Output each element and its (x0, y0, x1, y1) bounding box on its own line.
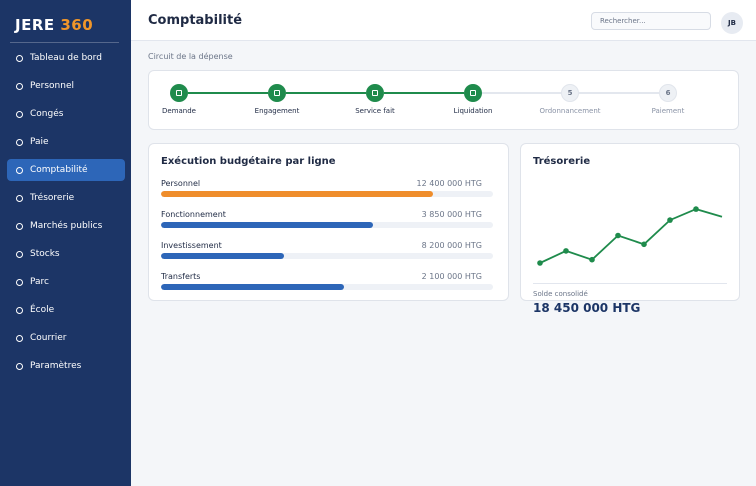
avatar[interactable]: JB (721, 12, 743, 34)
brand-logo: JERE 360 (15, 16, 93, 34)
budget-line-name: Personnel (161, 179, 201, 188)
circle-icon (16, 138, 23, 146)
treasury-data-point (693, 206, 699, 212)
budget-progress-bar (161, 222, 493, 228)
step-connector (384, 92, 464, 94)
sidebar-item[interactable]: Congés (7, 103, 125, 125)
circle-icon (16, 54, 23, 62)
step-connector (482, 92, 561, 94)
sidebar: JERE 360 Tableau de bord Personnel Congés P… (0, 0, 131, 486)
budget-progress-bar (161, 253, 493, 259)
budget-progress-bar (161, 191, 493, 197)
budget-progress-fill (161, 191, 434, 197)
step-indicator (268, 84, 286, 102)
check-icon (372, 90, 378, 96)
sidebar-item[interactable]: Paie (7, 131, 125, 153)
check-icon (176, 90, 182, 96)
sidebar-item[interactable]: Marchés publics (7, 215, 125, 237)
circle-icon (16, 334, 23, 342)
sidebar-item-label: Parc (30, 277, 49, 287)
step-indicator: 5 (561, 84, 579, 102)
sidebar-item-label: Paramètres (30, 361, 82, 371)
sidebar-item[interactable]: École (7, 299, 125, 321)
step-connector (286, 92, 366, 94)
balance-label: Solde consolidé (533, 290, 588, 298)
circle-icon (16, 222, 23, 230)
budget-progress-fill (161, 222, 374, 228)
treasury-series-line (539, 208, 723, 264)
brand-accent: 360 (60, 16, 94, 34)
step-indicator (366, 84, 384, 102)
sidebar-item-label: Marchés publics (30, 221, 103, 231)
sidebar-item-label: Tableau de bord (30, 53, 102, 63)
search-input[interactable] (591, 12, 711, 30)
budget-line-name: Transferts (161, 272, 201, 281)
sidebar-item-label: Congés (30, 109, 64, 119)
treasury-data-point (589, 256, 595, 263)
circle-icon (16, 306, 23, 314)
balance-value: 18 450 000 HTG (533, 301, 641, 315)
sidebar-item[interactable]: Personnel (7, 75, 125, 97)
treasury-data-point (667, 217, 673, 223)
step-label: Liquidation (453, 107, 493, 115)
circle-icon (16, 166, 23, 174)
sidebar-item[interactable]: Parc (7, 271, 125, 293)
step-label: Paiement (651, 107, 685, 115)
workflow-card (148, 70, 739, 130)
sidebar-item-label: Comptabilité (30, 165, 88, 175)
budget-title: Exécution budgétaire par ligne (161, 156, 336, 167)
step-indicator (464, 84, 482, 102)
header: Comptabilité JB (131, 0, 756, 41)
circle-icon (16, 194, 23, 202)
sidebar-item[interactable]: Paramètres (7, 355, 125, 377)
page-title: Comptabilité (148, 13, 243, 28)
step-connector (579, 92, 659, 94)
sidebar-item-label: Trésorerie (30, 193, 75, 203)
budget-line-name: Investissement (161, 241, 222, 250)
treasury-chart-baseline (533, 283, 727, 284)
check-icon (470, 90, 476, 96)
sidebar-item-label: Paie (30, 137, 49, 147)
step-label: Engagement (254, 107, 300, 115)
step-label: Ordonnancement (539, 107, 601, 115)
circle-icon (16, 250, 23, 258)
sidebar-item-label: Personnel (30, 81, 74, 91)
treasury-data-point (641, 241, 647, 248)
check-icon (274, 90, 280, 96)
circle-icon (16, 278, 23, 286)
sidebar-item[interactable]: Courrier (7, 327, 125, 349)
budget-line-amount: 8 200 000 HTG (421, 241, 482, 250)
step-indicator: 6 (659, 84, 677, 102)
budget-progress-fill (161, 253, 284, 259)
brand-divider (10, 42, 119, 43)
sidebar-item-label: Courrier (30, 333, 67, 343)
sidebar-item[interactable]: Comptabilité (7, 159, 125, 181)
step-indicator (170, 84, 188, 102)
step-label: Service fait (355, 107, 395, 115)
treasury-data-point (615, 232, 621, 239)
sidebar-item-label: Stocks (30, 249, 60, 259)
sidebar-item[interactable]: Tableau de bord (7, 47, 125, 69)
workflow-title: Circuit de la dépense (148, 52, 233, 61)
circle-icon (16, 82, 23, 90)
treasury-data-point (537, 260, 543, 266)
budget-line-amount: 12 400 000 HTG (416, 179, 482, 188)
budget-progress-bar (161, 284, 493, 290)
circle-icon (16, 362, 23, 370)
sidebar-item[interactable]: Stocks (7, 243, 125, 265)
budget-line-amount: 2 100 000 HTG (421, 272, 482, 281)
budget-progress-fill (161, 284, 344, 290)
brand-name: JERE (15, 16, 55, 34)
sidebar-item[interactable]: Trésorerie (7, 187, 125, 209)
budget-line-amount: 3 850 000 HTG (421, 210, 482, 219)
treasury-line-chart (537, 206, 723, 266)
treasury-data-point (563, 248, 569, 254)
circle-icon (16, 110, 23, 118)
sidebar-item-label: École (30, 305, 55, 315)
step-label: Demande (162, 107, 196, 115)
step-connector (188, 92, 268, 94)
budget-line-name: Fonctionnement (161, 210, 226, 219)
treasury-title: Trésorerie (533, 156, 591, 167)
